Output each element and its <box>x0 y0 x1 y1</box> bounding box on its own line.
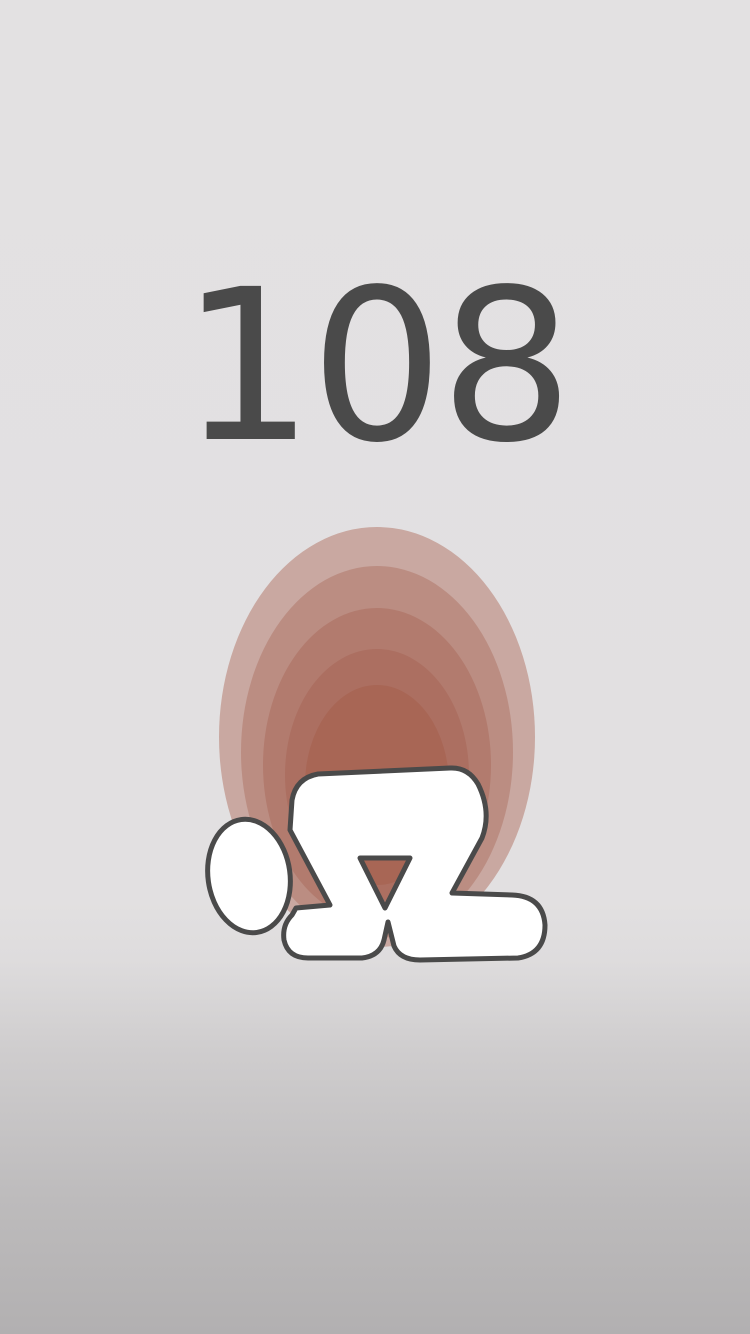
game-screen[interactable]: 108 <box>0 0 750 1334</box>
figure-body <box>281 765 548 963</box>
figure-head <box>205 816 293 936</box>
kneeling-bow-figure-icon[interactable] <box>0 0 750 1334</box>
